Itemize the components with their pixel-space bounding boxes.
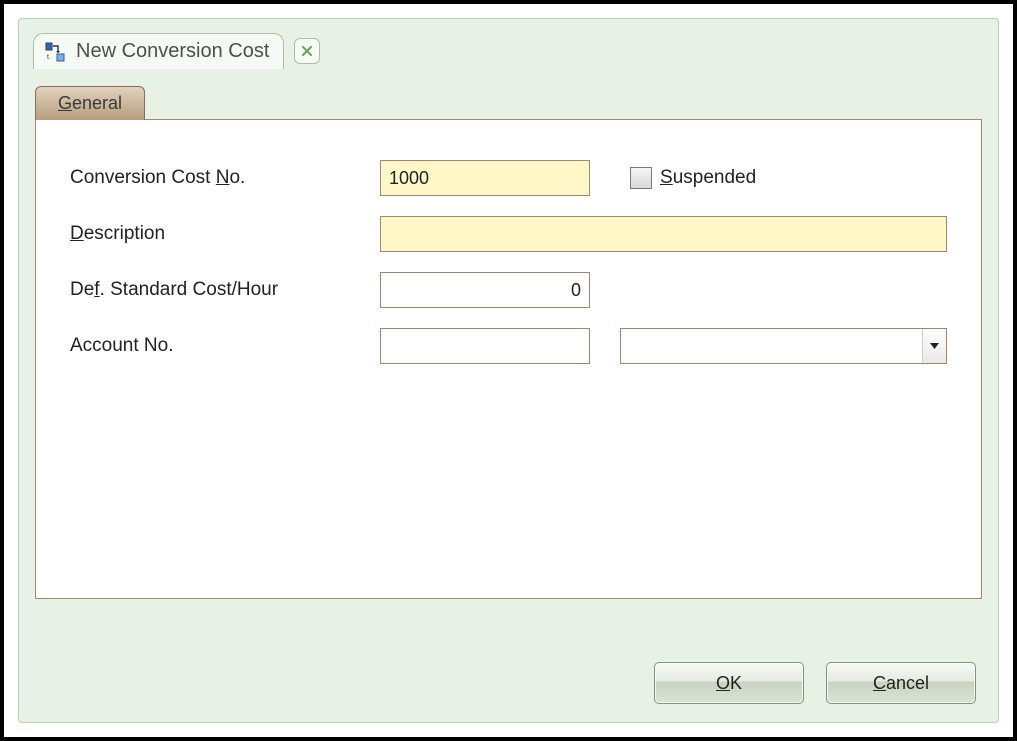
suspended-wrapper: Suspended xyxy=(620,167,947,189)
label-account-no: Account No. xyxy=(70,335,370,357)
window-title: New Conversion Cost xyxy=(76,40,269,63)
dialog-footer: OK Cancel xyxy=(654,662,976,704)
title-bar: t New Conversion Cost xyxy=(19,29,998,79)
label-suspended: Suspended xyxy=(660,167,756,189)
account-combo-input[interactable] xyxy=(621,329,922,363)
label-conversion-cost-no: Conversion Cost No. xyxy=(70,167,370,189)
label-std-cost: Def. Standard Cost/Hour xyxy=(70,279,370,301)
account-no-input[interactable] xyxy=(380,328,590,364)
ok-button[interactable]: OK xyxy=(654,662,804,704)
conversion-cost-no-input[interactable] xyxy=(380,160,590,196)
account-combo[interactable] xyxy=(620,328,947,364)
label-description: Description xyxy=(70,223,370,245)
close-button[interactable] xyxy=(294,38,320,64)
cancel-button[interactable]: Cancel xyxy=(826,662,976,704)
close-icon xyxy=(301,45,313,57)
std-cost-input[interactable] xyxy=(380,272,590,308)
suspended-checkbox[interactable] xyxy=(630,167,652,189)
tab-strip: General xyxy=(19,85,998,119)
dialog-new-conversion-cost: t New Conversion Cost General Conversion… xyxy=(18,18,999,723)
account-combo-button[interactable] xyxy=(922,329,946,363)
chevron-down-icon xyxy=(930,343,939,349)
document-icon: t xyxy=(44,41,66,63)
tab-general[interactable]: General xyxy=(35,86,145,120)
document-tab: t New Conversion Cost xyxy=(33,33,284,69)
tab-panel-general: Conversion Cost No. Suspended Descriptio… xyxy=(35,119,982,599)
description-input[interactable] xyxy=(380,216,947,252)
svg-text:t: t xyxy=(47,54,49,61)
